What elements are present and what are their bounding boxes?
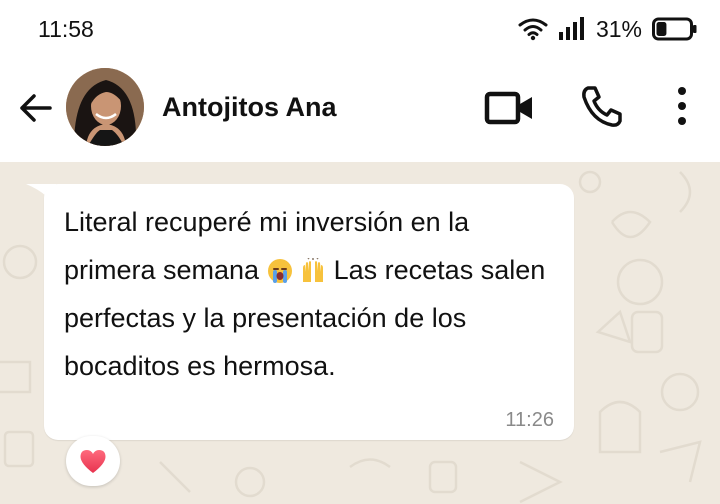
video-call-icon[interactable] (484, 88, 534, 128)
crying-face-icon (267, 259, 292, 283)
chat-header: Antojitos Ana (0, 58, 720, 162)
back-arrow-icon[interactable] (16, 88, 56, 128)
heart-icon (80, 450, 106, 473)
message-timestamp: 11:26 (505, 409, 554, 431)
status-indicators: 31% (518, 12, 698, 46)
contact-name[interactable]: Antojitos Ana (162, 92, 337, 123)
status-bar: 11:58 31% (0, 0, 720, 58)
reaction-badge[interactable] (66, 436, 120, 486)
phone-call-icon[interactable] (580, 84, 624, 128)
message-text: Literal recuperé mi inversión en la prim… (64, 198, 564, 390)
contact-avatar[interactable] (66, 68, 144, 146)
battery-percentage: 31% (595, 15, 642, 42)
more-options-icon[interactable] (672, 84, 692, 128)
wifi-icon (518, 18, 548, 41)
status-time: 11:58 (38, 16, 94, 42)
raising-hands-icon (303, 258, 324, 282)
message-bubble[interactable]: Literal recuperé mi inversión en la prim… (44, 184, 574, 440)
signal-icon (558, 17, 584, 40)
battery-icon (652, 17, 697, 41)
chat-area[interactable]: Literal recuperé mi inversión en la prim… (0, 162, 720, 504)
